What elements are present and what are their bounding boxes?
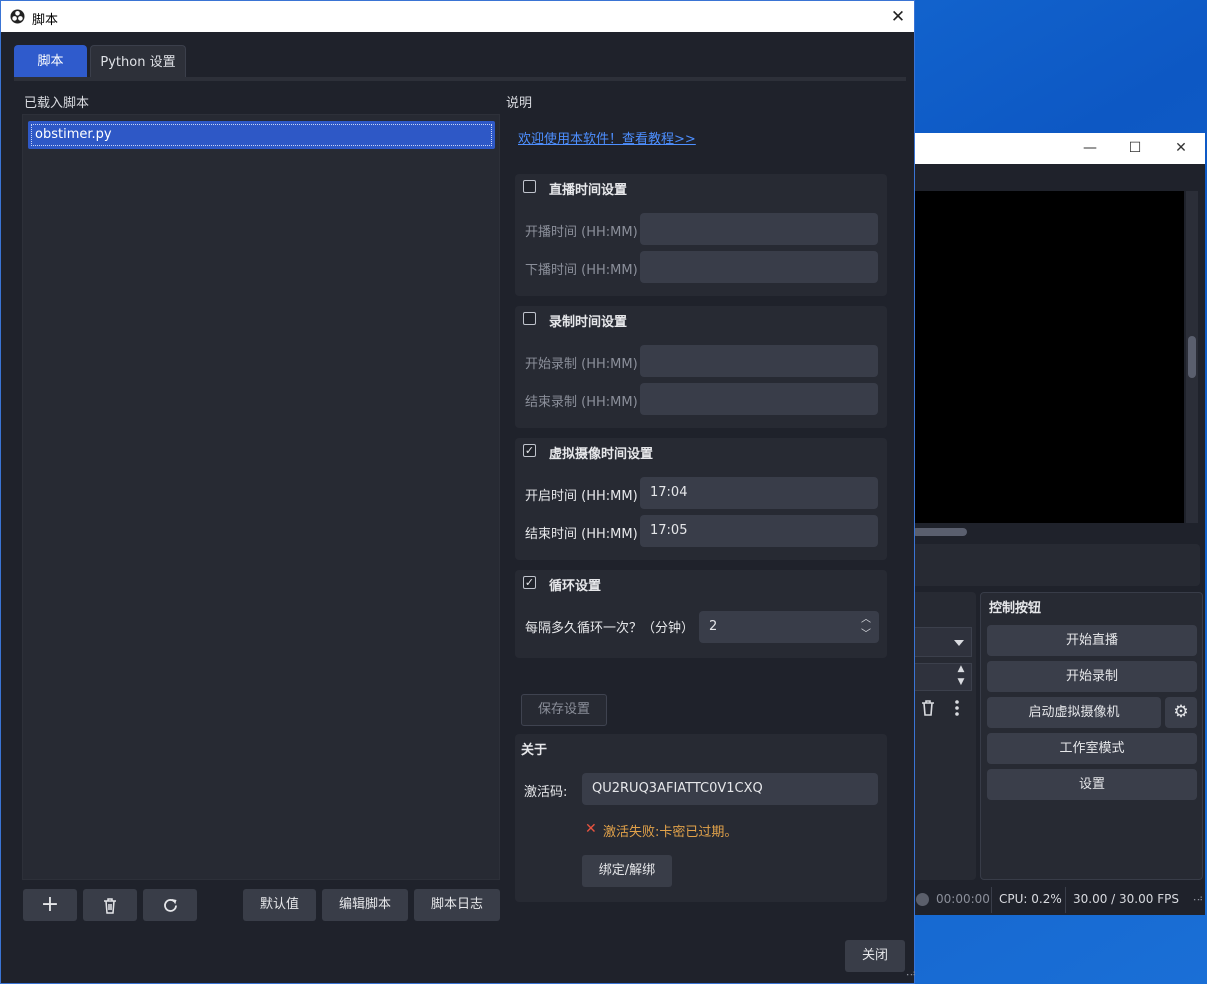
vcam-end-input[interactable]: 17:05 bbox=[640, 515, 878, 547]
record-time-checkbox[interactable] bbox=[523, 312, 536, 325]
preview-horizontal-scrollbar[interactable] bbox=[912, 528, 967, 536]
group-title: 循环设置 bbox=[549, 579, 602, 594]
cpu-usage: CPU: 0.2% bbox=[999, 892, 1062, 906]
defaults-button[interactable]: 默认值 bbox=[243, 889, 316, 921]
script-log-button[interactable]: 脚本日志 bbox=[414, 889, 500, 921]
tutorial-link[interactable]: 欢迎使用本软件！查看教程>> bbox=[518, 128, 696, 147]
activation-code-label: 激活码: bbox=[524, 785, 568, 800]
tab-bar-divider bbox=[14, 77, 906, 81]
preview-canvas bbox=[900, 191, 1184, 523]
add-script-button[interactable]: + bbox=[23, 889, 77, 921]
edit-script-button[interactable]: 编辑脚本 bbox=[322, 889, 408, 921]
controls-dock: 控制按钮 开始直播 开始录制 启动虚拟摄像机 ⚙ 工作室模式 设置 bbox=[980, 592, 1203, 880]
spinbox-value: 2 bbox=[709, 619, 718, 634]
field-label: 结束时间 (HH:MM) bbox=[525, 527, 638, 542]
close-button[interactable]: 关闭 bbox=[845, 940, 905, 972]
save-settings-button[interactable]: 保存设置 bbox=[521, 694, 607, 726]
field-label: 下播时间 (HH:MM) bbox=[525, 263, 638, 278]
record-end-input[interactable] bbox=[640, 383, 878, 415]
about-title: 关于 bbox=[521, 743, 548, 758]
settings-button[interactable]: 设置 bbox=[987, 769, 1197, 800]
obs-titlebar: — ☐ ✕ bbox=[900, 133, 1205, 164]
reload-icon bbox=[163, 899, 177, 912]
group-title: 录制时间设置 bbox=[549, 315, 628, 330]
live-time-group: 直播时间设置 开播时间 (HH:MM) 下播时间 (HH:MM) bbox=[515, 174, 887, 296]
error-icon: ✕ bbox=[585, 821, 597, 837]
group-title: 直播时间设置 bbox=[549, 183, 628, 198]
close-icon[interactable]: ✕ bbox=[1158, 133, 1204, 164]
dialog-titlebar: 脚本 ✕ bbox=[1, 1, 914, 32]
record-time: 00:00:00 bbox=[936, 892, 990, 906]
field-label: 结束录制 (HH:MM) bbox=[525, 395, 638, 410]
loop-settings-group: ✓ 循环设置 每隔多久循环一次？（分钟） 2 ︿ ﹀ bbox=[515, 570, 887, 658]
remove-script-button[interactable] bbox=[83, 889, 137, 921]
dialog-title: 脚本 bbox=[32, 13, 59, 28]
trash-icon[interactable] bbox=[920, 699, 936, 717]
obs-logo-icon bbox=[10, 9, 25, 24]
field-label: 开始录制 (HH:MM) bbox=[525, 357, 638, 372]
studio-mode-button[interactable]: 工作室模式 bbox=[987, 733, 1197, 764]
spin-down-icon[interactable]: ▼ bbox=[951, 677, 971, 690]
status-bar: 00:00:00 CPU: 0.2% 30.00 / 30.00 FPS ⠠⠴ bbox=[900, 885, 1205, 915]
field-label: 每隔多久循环一次？（分钟） bbox=[525, 621, 695, 636]
obs-main-window: — ☐ ✕ ▲ ▼ 控制按钮 开始直播 开始录制 启动虚拟摄像机 ⚙ 工作室模式… bbox=[900, 133, 1205, 915]
start-virtual-camera-button[interactable]: 启动虚拟摄像机 bbox=[987, 697, 1161, 728]
maximize-icon[interactable]: ☐ bbox=[1112, 133, 1158, 164]
bind-unbind-button[interactable]: 绑定/解绑 bbox=[582, 855, 672, 887]
activation-code-input[interactable]: QU2RUQ3AFIATTC0V1CXQ bbox=[582, 773, 878, 805]
gear-icon: ⚙ bbox=[1173, 702, 1189, 722]
close-icon[interactable]: ✕ bbox=[886, 5, 910, 29]
list-item[interactable]: obstimer.py bbox=[28, 121, 495, 149]
activation-error-text: 激活失败:卡密已过期。 bbox=[603, 825, 738, 840]
spin-up-icon[interactable]: ︿ bbox=[855, 612, 877, 627]
chevron-down-icon bbox=[954, 640, 964, 646]
scrollbar-thumb[interactable] bbox=[1188, 336, 1196, 378]
source-toolbar bbox=[900, 544, 1200, 586]
spin-down-icon[interactable]: ﹀ bbox=[855, 627, 877, 642]
minimize-icon[interactable]: — bbox=[1067, 133, 1113, 164]
divider bbox=[1065, 887, 1066, 913]
field-label: 开启时间 (HH:MM) bbox=[525, 489, 638, 504]
tab-python-settings[interactable]: Python 设置 bbox=[90, 45, 186, 78]
loop-checkbox[interactable]: ✓ bbox=[523, 576, 536, 589]
description-label: 说明 bbox=[506, 96, 533, 111]
live-end-input[interactable] bbox=[640, 251, 878, 283]
fps-counter: 30.00 / 30.00 FPS bbox=[1073, 892, 1179, 906]
controls-dock-title: 控制按钮 bbox=[989, 601, 1042, 616]
scripts-dialog: 脚本 ✕ 脚本 Python 设置 已载入脚本 obstimer.py + 默认… bbox=[0, 0, 916, 984]
spin-up-icon[interactable]: ▲ bbox=[951, 664, 971, 677]
record-time-group: 录制时间设置 开始录制 (HH:MM) 结束录制 (HH:MM) bbox=[515, 306, 887, 428]
divider bbox=[991, 887, 992, 913]
reload-script-button[interactable] bbox=[143, 889, 197, 921]
tab-scripts[interactable]: 脚本 bbox=[14, 45, 87, 78]
virtual-camera-checkbox[interactable]: ✓ bbox=[523, 444, 536, 457]
live-start-input[interactable] bbox=[640, 213, 878, 245]
trash-icon bbox=[104, 898, 116, 914]
start-streaming-button[interactable]: 开始直播 bbox=[987, 625, 1197, 656]
vcam-start-input[interactable]: 17:04 bbox=[640, 477, 878, 509]
virtual-camera-settings-button[interactable]: ⚙ bbox=[1165, 697, 1197, 728]
resize-grip-icon[interactable]: ⠠⠴ bbox=[903, 970, 916, 982]
field-label: 开播时间 (HH:MM) bbox=[525, 225, 638, 240]
start-recording-button[interactable]: 开始录制 bbox=[987, 661, 1197, 692]
loaded-scripts-label: 已载入脚本 bbox=[24, 96, 90, 111]
loop-interval-spinbox[interactable]: 2 bbox=[699, 611, 879, 643]
live-time-checkbox[interactable] bbox=[523, 180, 536, 193]
script-name: obstimer.py bbox=[31, 124, 492, 146]
resize-grip-icon[interactable]: ⠠⠴ bbox=[1190, 895, 1203, 904]
record-start-input[interactable] bbox=[640, 345, 878, 377]
virtual-camera-time-group: ✓ 虚拟摄像时间设置 开启时间 (HH:MM) 17:04 结束时间 (HH:M… bbox=[515, 438, 887, 560]
preview-vertical-scrollbar[interactable] bbox=[1186, 191, 1198, 523]
plus-icon: + bbox=[40, 892, 60, 917]
more-options-icon[interactable] bbox=[954, 699, 960, 717]
group-title: 虚拟摄像时间设置 bbox=[549, 447, 654, 462]
record-indicator-icon bbox=[916, 893, 929, 906]
about-group: 关于 激活码: QU2RUQ3AFIATTC0V1CXQ ✕ 激活失败:卡密已过… bbox=[515, 734, 887, 902]
loaded-scripts-list[interactable]: obstimer.py bbox=[22, 114, 500, 880]
